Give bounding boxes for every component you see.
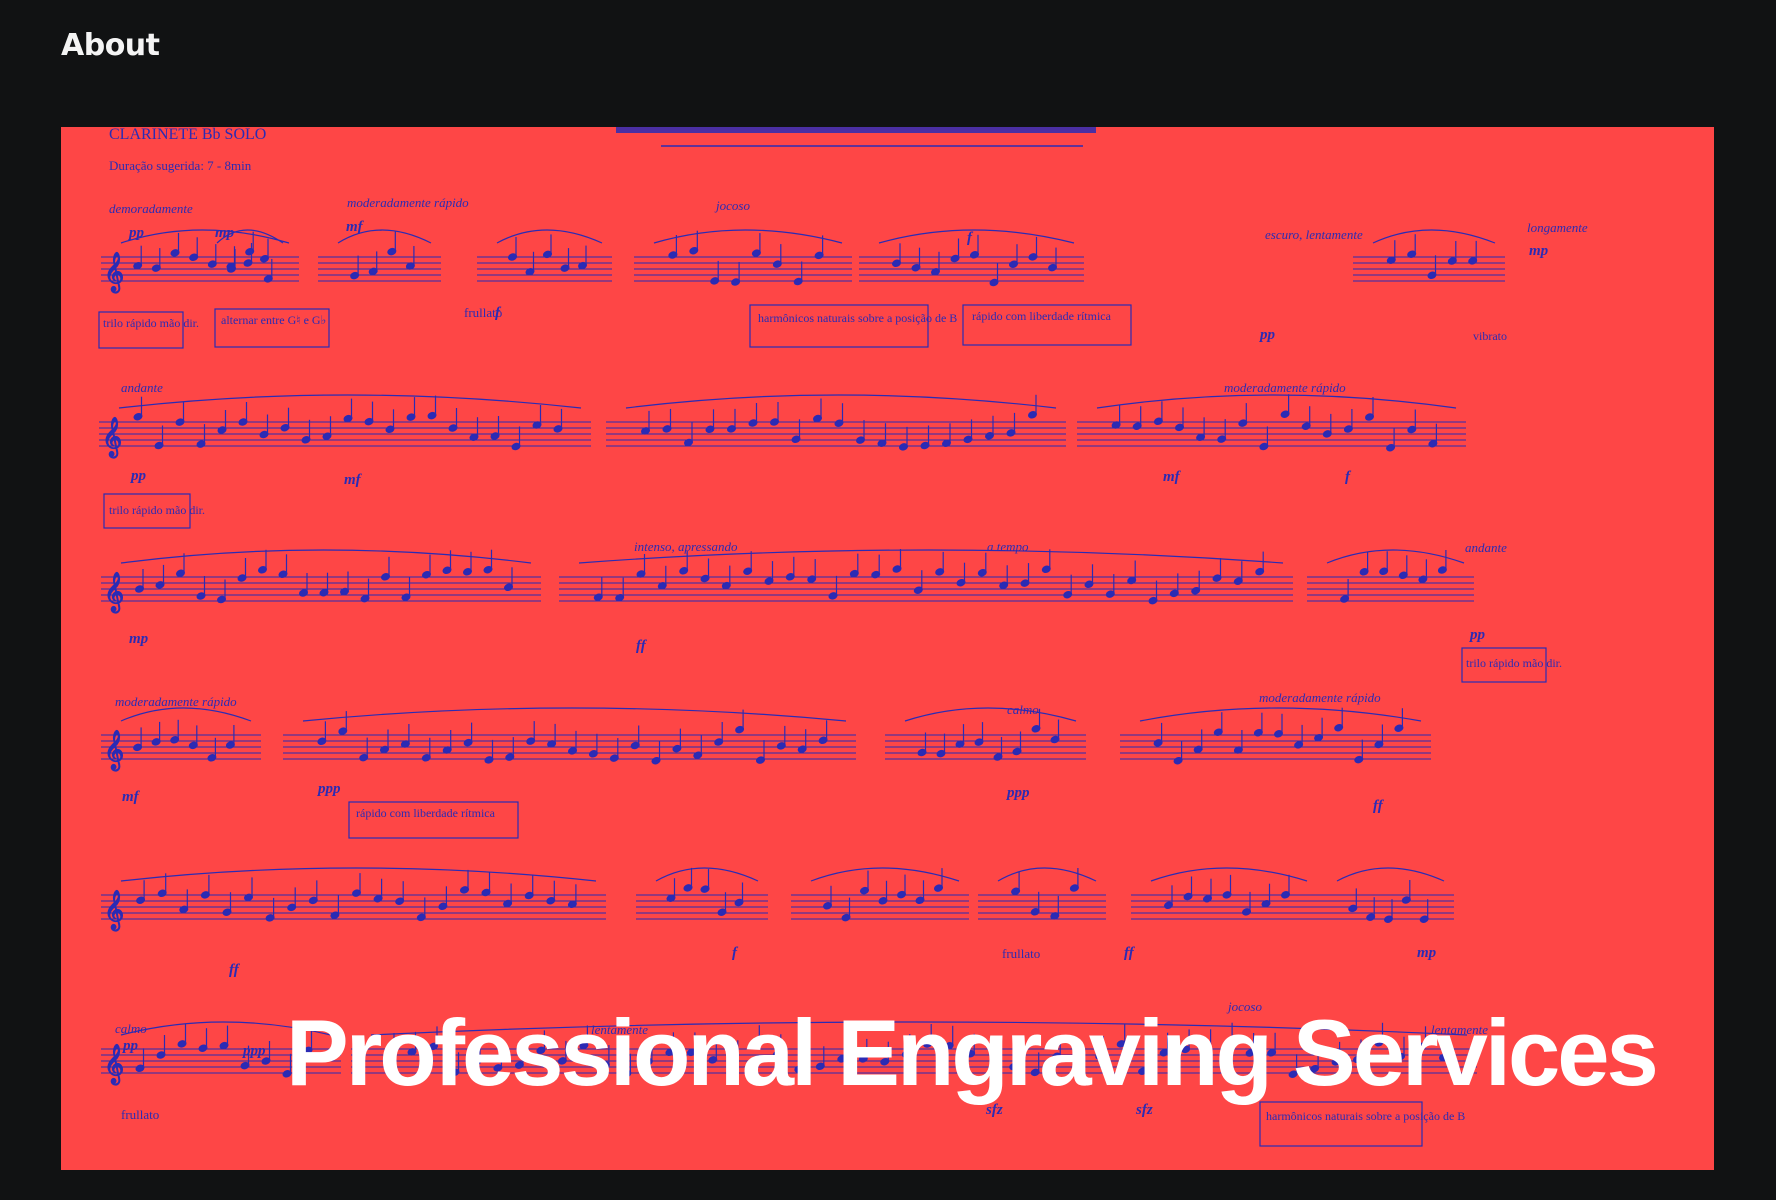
slur-line: [878, 229, 1075, 244]
slur-line: [120, 229, 290, 244]
svg-text:demoradamente: demoradamente: [109, 201, 193, 216]
svg-text:vibrato: vibrato: [1473, 329, 1507, 343]
svg-text:ppp: ppp: [1005, 785, 1030, 801]
treble-clef-icon: 𝄞: [104, 731, 124, 771]
svg-text:mf: mf: [346, 219, 365, 235]
slur-line: [1326, 549, 1465, 564]
svg-text:calmo: calmo: [115, 1021, 147, 1036]
treble-clef-icon: 𝄞: [104, 573, 124, 613]
svg-text:a tempo: a tempo: [987, 539, 1029, 554]
slur-line: [653, 229, 843, 244]
svg-text:escuro, lentamente: escuro, lentamente: [1265, 227, 1363, 242]
svg-text:pp: pp: [129, 468, 147, 484]
svg-text:longamente: longamente: [1527, 220, 1588, 235]
hero-image: 𝄞 𝄞 𝄞 𝄞 𝄞 𝄞 CLARINETE Bb SOLO Duração sugerid…: [61, 127, 1714, 1170]
slur-line: [1150, 867, 1308, 882]
slur-line: [120, 867, 597, 882]
slur-line: [1096, 394, 1457, 409]
svg-text:rápido com liberdade rítmica: rápido com liberdade rítmica: [972, 309, 1112, 323]
svg-text:trilo rápido mão dir.: trilo rápido mão dir.: [109, 503, 205, 517]
treble-clef-icon: 𝄞: [104, 253, 124, 293]
svg-text:mf: mf: [1163, 469, 1182, 485]
svg-text:mp: mp: [129, 631, 149, 647]
svg-text:f: f: [732, 945, 739, 961]
svg-text:ff: ff: [1124, 945, 1136, 961]
hero-headline: Professional Engraving Services: [286, 1000, 1659, 1105]
svg-text:f: f: [1345, 469, 1352, 485]
svg-text:mf: mf: [344, 472, 363, 488]
treble-clef-icon: 𝄞: [102, 418, 122, 458]
svg-text:ff: ff: [229, 962, 241, 978]
slur-line: [496, 229, 603, 244]
slur-line: [810, 867, 960, 882]
slur-line: [120, 549, 532, 564]
svg-text:frullato: frullato: [121, 1107, 159, 1122]
svg-text:pp: pp: [121, 1038, 139, 1054]
svg-text:ppp: ppp: [316, 781, 341, 797]
svg-text:pp: pp: [127, 225, 145, 241]
slur-line: [1336, 867, 1445, 882]
svg-text:andante: andante: [1465, 540, 1507, 555]
svg-text:moderadamente rápido: moderadamente rápido: [347, 195, 469, 210]
svg-text:mp: mp: [1417, 945, 1437, 961]
svg-text:frullato: frullato: [1002, 946, 1040, 961]
svg-text:mp: mp: [1529, 243, 1549, 259]
svg-text:f: f: [967, 230, 974, 246]
slur-line: [118, 394, 582, 409]
svg-text:mp: mp: [215, 225, 235, 241]
slur-line: [1139, 707, 1422, 722]
svg-text:jocoso: jocoso: [714, 198, 750, 213]
slur-line: [625, 394, 1057, 409]
svg-text:moderadamente rápido: moderadamente rápido: [1224, 380, 1346, 395]
nav-about-link[interactable]: About: [61, 28, 160, 63]
svg-text:intenso, apressando: intenso, apressando: [634, 539, 738, 554]
svg-text:pp: pp: [1258, 327, 1276, 343]
instrument-label: CLARINETE Bb SOLO: [109, 127, 266, 143]
svg-text:pp: pp: [1468, 627, 1486, 643]
svg-text:rápido com liberdade rítmica: rápido com liberdade rítmica: [356, 806, 496, 820]
svg-text:harmônicos naturais sobre a po: harmônicos naturais sobre a posição de B: [1266, 1109, 1465, 1123]
slur-line: [904, 707, 1077, 722]
svg-text:mf: mf: [122, 789, 141, 805]
svg-text:trilo rápido mão dir.: trilo rápido mão dir.: [103, 316, 199, 330]
slur-line: [302, 707, 847, 722]
svg-text:calmo: calmo: [1007, 702, 1039, 717]
svg-text:moderadamente rápido: moderadamente rápido: [1259, 690, 1381, 705]
svg-text:ff: ff: [636, 638, 648, 654]
slur-line: [997, 867, 1097, 882]
treble-clef-icon: 𝄞: [104, 1045, 124, 1085]
slur-line: [655, 867, 759, 882]
slur-line: [120, 707, 252, 722]
treble-clef-icon: 𝄞: [104, 891, 124, 931]
svg-text:moderadamente rápido: moderadamente rápido: [115, 694, 237, 709]
svg-text:ff: ff: [1373, 798, 1385, 814]
svg-text:trilo rápido mão dir.: trilo rápido mão dir.: [1466, 656, 1562, 670]
duration-label: Duração sugerida: 7 - 8min: [109, 158, 252, 173]
svg-text:alternar entre G♮ e G♭: alternar entre G♮ e G♭: [221, 313, 326, 327]
svg-text:harmônicos naturais sobre a po: harmônicos naturais sobre a posição de B: [758, 311, 957, 325]
svg-text:ppp: ppp: [241, 1043, 266, 1059]
svg-text:andante: andante: [121, 380, 163, 395]
